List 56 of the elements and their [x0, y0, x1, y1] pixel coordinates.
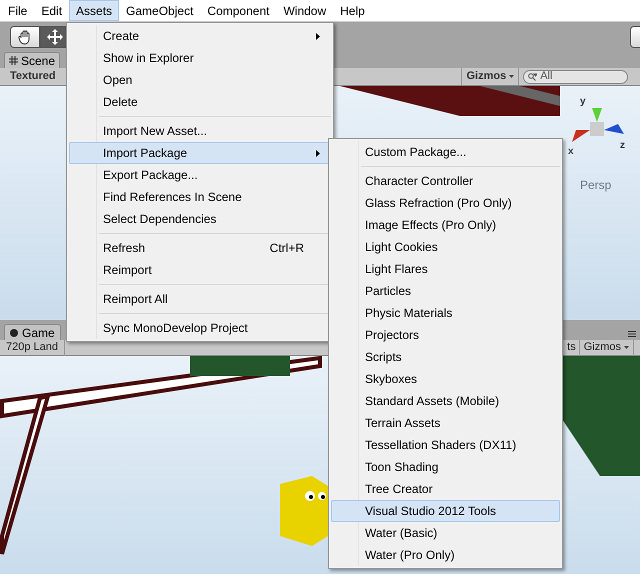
axis-label: z [620, 139, 625, 153]
gizmos-dropdown[interactable]: Gizmos [461, 68, 520, 85]
menu-item[interactable]: Skyboxes [331, 368, 560, 390]
projection-label: Persp [580, 177, 612, 194]
hand-tool-button[interactable] [10, 26, 40, 48]
axis-label: x [568, 145, 574, 159]
menu-item[interactable]: Sync MonoDevelop Project [69, 317, 331, 339]
menu-item[interactable]: Light Cookies [331, 236, 560, 258]
menu-item[interactable]: Toon Shading [331, 456, 560, 478]
menu-item[interactable]: Reimport All [69, 288, 331, 310]
menu-item[interactable]: Reimport [69, 259, 331, 281]
menu-item[interactable]: Export Package... [69, 164, 331, 186]
menu-bar-item[interactable]: File [1, 0, 34, 21]
menu-item[interactable]: Water (Pro Only) [331, 544, 560, 566]
menu-bar-item[interactable]: Component [200, 0, 276, 21]
menu-bar-item[interactable]: Window [276, 0, 334, 21]
menu-item[interactable]: Scripts [331, 346, 560, 368]
menu-item[interactable]: Particles [331, 280, 560, 302]
menu-item[interactable]: Terrain Assets [331, 412, 560, 434]
menu-item[interactable]: Import Package [69, 142, 331, 164]
shortcut-label: Ctrl+R [270, 240, 304, 257]
move-arrows-icon [47, 29, 63, 45]
menu-bar-item[interactable]: GameObject [119, 0, 200, 21]
menu-item[interactable]: Water (Basic) [331, 522, 560, 544]
menu-item[interactable]: Custom Package... [331, 141, 560, 163]
axis-label: y [580, 95, 586, 109]
menu-item[interactable]: Character Controller [331, 170, 560, 192]
menu-item[interactable]: Standard Assets (Mobile) [331, 390, 560, 412]
menu-item[interactable]: Open [69, 69, 331, 91]
scene-tab[interactable]: Scene [4, 52, 60, 68]
caret-icon [624, 346, 629, 349]
toolbar-button[interactable] [630, 26, 640, 48]
menu-item[interactable]: Glass Refraction (Pro Only) [331, 192, 560, 214]
game-tab[interactable]: Game [4, 324, 61, 340]
panel-menu-icon [628, 331, 636, 337]
grid-icon [9, 56, 18, 65]
menu-item[interactable]: Tessellation Shaders (DX11) [331, 434, 560, 456]
menu-bar-item[interactable]: Help [333, 0, 372, 21]
menu-item[interactable]: Create [69, 25, 331, 47]
menu-bar-item[interactable]: Edit [34, 0, 70, 21]
caret-icon [509, 75, 514, 78]
menu-item[interactable]: Image Effects (Pro Only) [331, 214, 560, 236]
menu-item[interactable]: Refresh Ctrl+R [69, 237, 331, 259]
menu-item[interactable]: Delete [69, 91, 331, 113]
menu-item[interactable]: Show in Explorer [69, 47, 331, 69]
menu-item[interactable]: Select Dependencies [69, 208, 331, 230]
menu-item[interactable]: Tree Creator [331, 478, 560, 500]
menu-item[interactable]: Projectors [331, 324, 560, 346]
menu-bar-item[interactable]: Assets [69, 0, 120, 21]
menu-item[interactable]: Find References In Scene [69, 186, 331, 208]
menu-item[interactable]: Physic Materials [331, 302, 560, 324]
menu-item[interactable]: Light Flares [331, 258, 560, 280]
menu-item[interactable]: Visual Studio 2012 Tools [331, 500, 560, 522]
search-icon [528, 72, 538, 80]
search-field[interactable]: All [523, 70, 628, 84]
menu-item[interactable]: Import New Asset... [69, 120, 331, 142]
